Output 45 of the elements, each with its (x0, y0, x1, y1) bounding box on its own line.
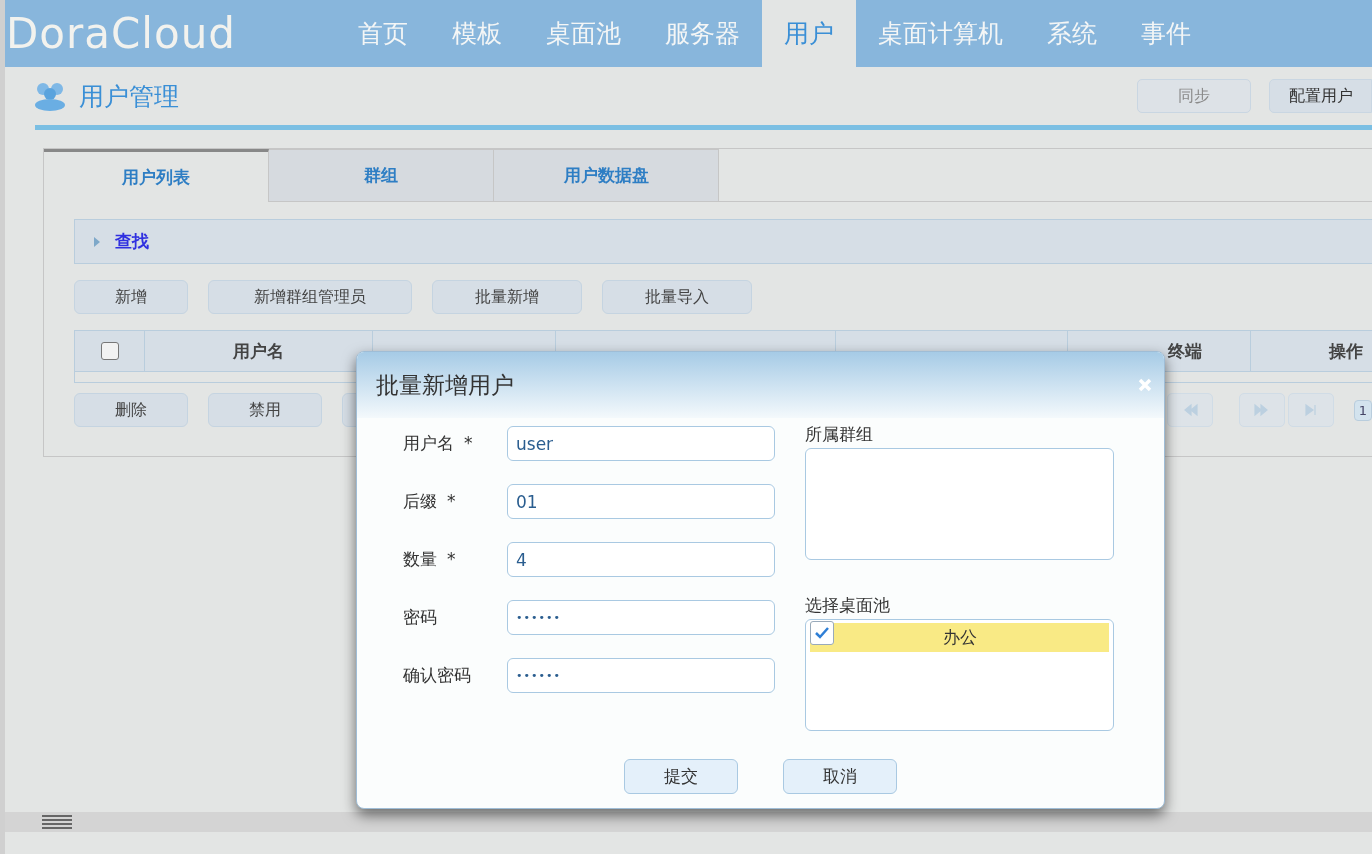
search-label: 查找 (115, 230, 149, 253)
page-number[interactable]: 1 (1353, 399, 1372, 421)
input-field[interactable]: user (507, 426, 775, 461)
checkbox[interactable] (810, 621, 834, 645)
required-mark: * (447, 549, 456, 569)
next-page-button[interactable] (1238, 393, 1285, 427)
last-page-button[interactable] (1287, 393, 1334, 427)
pool-item[interactable]: 办公 (810, 623, 1109, 652)
search-bar[interactable]: 查找 (74, 219, 1372, 264)
field-label: 后缀 (403, 491, 437, 511)
column-header: 操作 (1251, 331, 1372, 371)
password-field[interactable]: •••••• (507, 658, 775, 693)
dialog-title: 批量新增用户 (376, 370, 514, 400)
page-title: 用户管理 (79, 80, 180, 113)
group-list[interactable] (805, 448, 1114, 560)
field-label: 数量 (403, 549, 437, 569)
logo: DoraCloud (5, 8, 237, 60)
config-button[interactable]: 配置用户 (1269, 79, 1372, 113)
prev-page-button[interactable] (1166, 393, 1213, 427)
last-page-icon (1302, 402, 1319, 418)
select-all-checkbox[interactable] (100, 342, 119, 360)
required-mark: * (464, 433, 473, 453)
toolbar-button[interactable]: 批量导入 (602, 280, 752, 314)
toolbar-button[interactable]: 新增 (74, 280, 188, 314)
field-label: 用户名 (403, 433, 454, 453)
field-label: 所属群组 (805, 423, 874, 446)
cancel-button[interactable]: 取消 (783, 759, 897, 794)
required-mark: * (447, 491, 456, 511)
action-button[interactable]: 禁用 (208, 393, 322, 427)
grip-icon[interactable] (42, 813, 72, 831)
close-icon[interactable] (1138, 378, 1152, 392)
pool-list[interactable]: 办公 (805, 619, 1114, 731)
action-button[interactable]: 删除 (74, 393, 188, 427)
check-icon (815, 627, 829, 639)
input-field[interactable]: 01 (507, 484, 775, 519)
input-field[interactable]: 4 (507, 542, 775, 577)
toolbar-button[interactable]: 新增群组管理员 (208, 280, 412, 314)
password-field[interactable]: •••••• (507, 600, 775, 635)
field-label: 确认密码 (403, 665, 471, 685)
next-page-icon (1253, 402, 1270, 418)
field-label: 密码 (403, 607, 437, 627)
field-label: 选择桌面池 (805, 594, 891, 617)
toolbar-button[interactable]: 批量新增 (432, 280, 582, 314)
submit-button[interactable]: 提交 (624, 759, 738, 794)
users-icon (33, 81, 67, 111)
